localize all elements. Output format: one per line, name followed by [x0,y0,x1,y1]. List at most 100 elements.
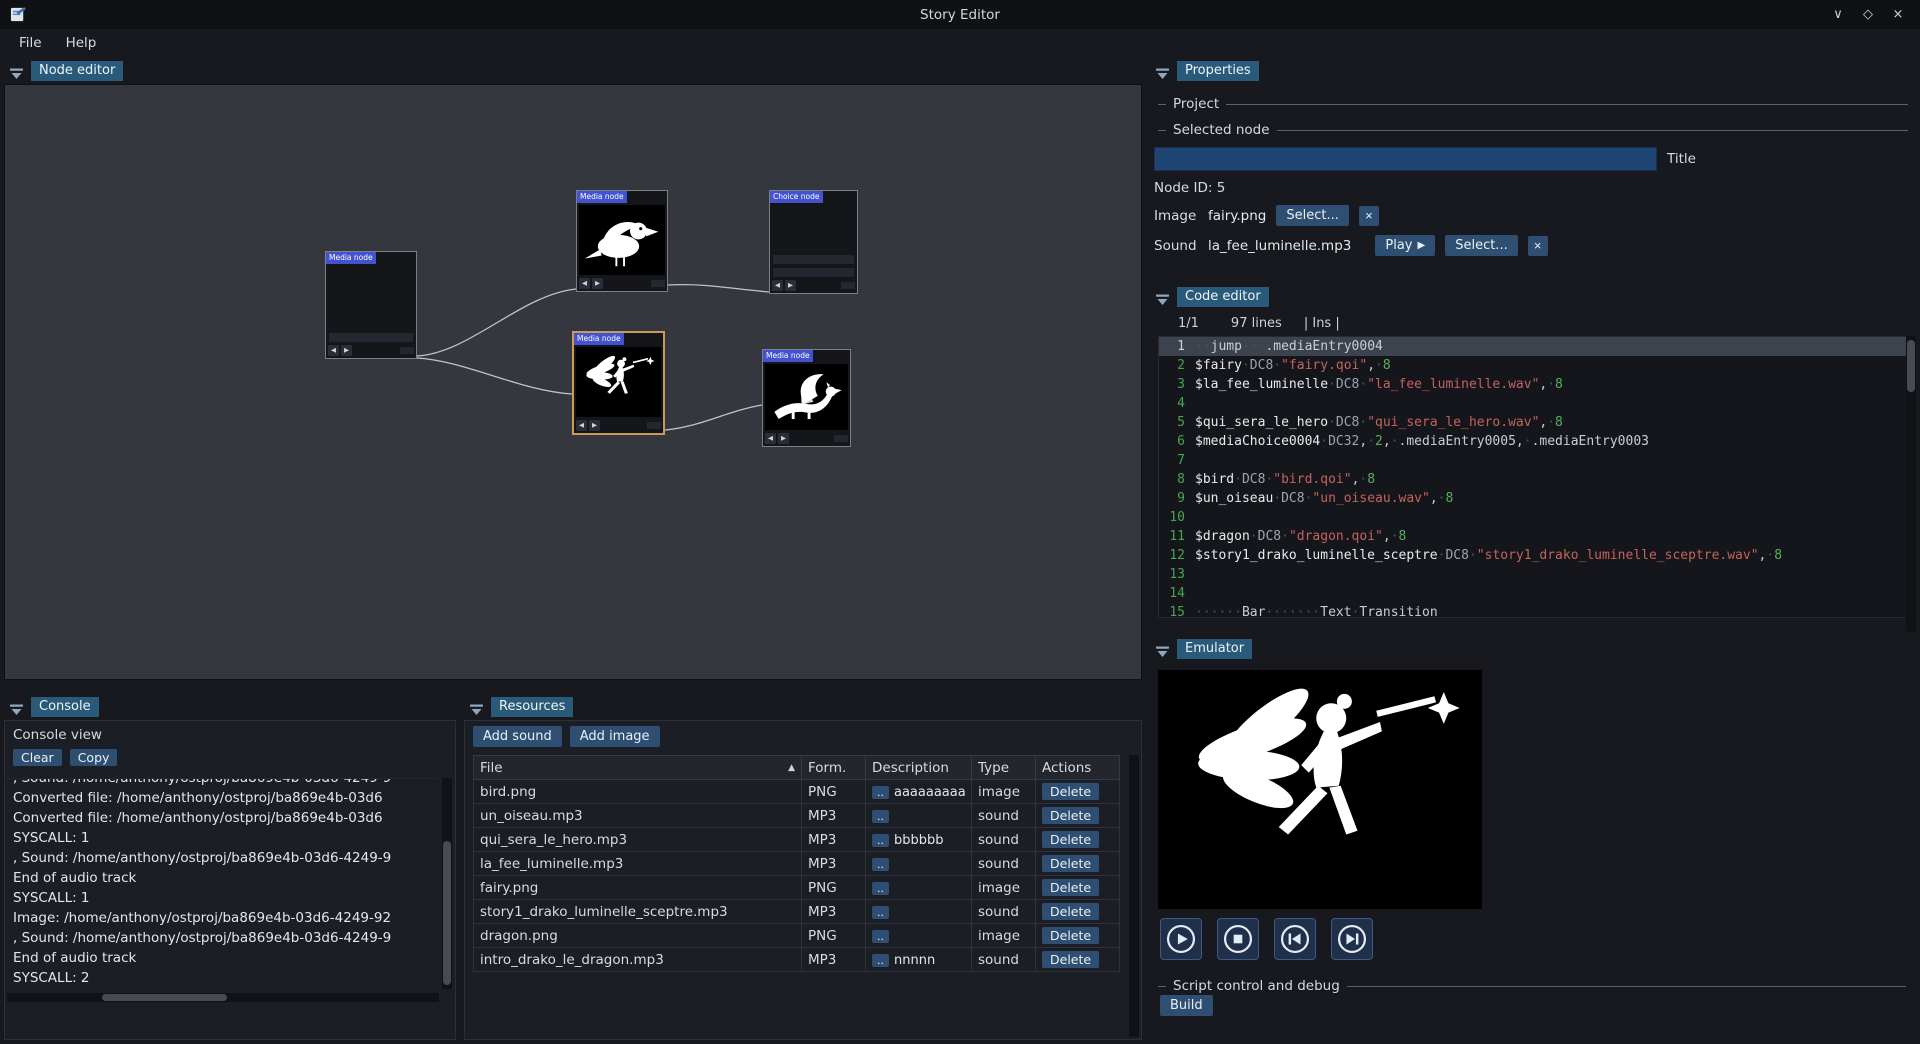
node-next-icon[interactable]: ▶ [778,433,789,444]
menu-help[interactable]: Help [55,32,108,54]
column-header-format[interactable]: Form. [802,756,866,780]
menu-file[interactable]: File [8,32,53,54]
node-bird[interactable]: Media node ◀ ▶ [576,190,668,292]
node-field[interactable] [329,333,413,342]
resource-row[interactable]: intro_drako_le_dragon.mp3MP3..nnnnnsound… [474,948,1120,972]
code-line[interactable]: 1··jump···.mediaEntry0004 [1159,337,1913,356]
edit-description-button[interactable]: .. [872,930,889,943]
resource-row[interactable]: un_oiseau.mp3MP3..soundDelete [474,804,1120,828]
title-input[interactable] [1154,147,1657,171]
code-line[interactable]: 5$qui_sera_le_hero·DC8·"qui_sera_le_hero… [1159,413,1913,432]
code-line[interactable]: 10 [1159,508,1913,527]
node-prev-icon[interactable]: ◀ [579,278,590,289]
sound-clear-icon[interactable]: × [1528,236,1548,256]
collapse-icon[interactable] [1155,65,1170,78]
edit-description-button[interactable]: .. [872,834,889,847]
skip-back-button[interactable] [1274,918,1316,960]
edit-description-button[interactable]: .. [872,954,889,967]
delete-button[interactable]: Delete [1042,903,1099,920]
collapse-icon[interactable] [9,701,24,714]
code-line[interactable]: 15······Bar·······Text·Transition [1159,603,1913,618]
image-clear-icon[interactable]: × [1359,206,1379,226]
node-prev-icon[interactable]: ◀ [328,345,339,356]
add-image-button[interactable]: Add image [570,726,660,747]
edit-description-button[interactable]: .. [872,858,889,871]
column-header-file[interactable]: File▲ [474,756,802,780]
delete-button[interactable]: Delete [1042,831,1099,848]
add-sound-button[interactable]: Add sound [473,726,562,747]
column-header-type[interactable]: Type [972,756,1036,780]
edit-description-button[interactable]: .. [872,906,889,919]
copy-button[interactable]: Copy [70,749,118,766]
close-icon[interactable]: × [1886,4,1910,26]
code-line[interactable]: 11$dragon·DC8·"dragon.qoi",·8 [1159,527,1913,546]
resource-row[interactable]: la_fee_luminelle.mp3MP3..soundDelete [474,852,1120,876]
collapse-icon[interactable] [469,701,484,714]
node-prev-icon[interactable]: ◀ [576,420,587,431]
resources-scrollbar[interactable] [1129,755,1139,1037]
node-prev-icon[interactable]: ◀ [765,433,776,444]
code-line[interactable]: 4 [1159,394,1913,413]
code-line[interactable]: 7 [1159,451,1913,470]
code-line[interactable]: 14 [1159,584,1913,603]
minimize-icon[interactable]: ∨ [1826,4,1850,26]
console-vscrollbar-thumb[interactable] [443,841,451,984]
node-canvas[interactable]: Media node ◀ ▶ Media node ◀ ▶ [4,84,1142,680]
stop-button[interactable] [1217,918,1259,960]
node-next-icon[interactable]: ▶ [592,278,603,289]
node-field[interactable] [773,268,854,277]
console-hscrollbar-thumb[interactable] [102,994,227,1001]
node-output-port[interactable] [651,280,665,287]
node-choice[interactable]: Choice node ◀ ▶ [769,190,858,294]
collapse-icon[interactable] [9,65,24,78]
column-header-actions[interactable]: Actions [1036,756,1120,780]
sound-select-button[interactable]: Select... [1445,235,1518,256]
console-log[interactable]: , Sound: /home/anthony/ostproj/ba869e4b-… [7,778,439,989]
node-next-icon[interactable]: ▶ [341,345,352,356]
code-line[interactable]: 9$un_oiseau·DC8·"un_oiseau.wav",·8 [1159,489,1913,508]
node-fairy-selected[interactable]: Media node ◀ ▶ [572,331,665,435]
code-line[interactable]: 12$story1_drako_luminelle_sceptre·DC8·"s… [1159,546,1913,565]
resource-row[interactable]: fairy.pngPNG..imageDelete [474,876,1120,900]
collapse-icon[interactable] [1155,291,1170,304]
maximize-icon[interactable]: ◇ [1856,4,1880,26]
build-button[interactable]: Build [1160,995,1213,1016]
edit-description-button[interactable]: .. [872,882,889,895]
resource-row[interactable]: dragon.pngPNG..imageDelete [474,924,1120,948]
play-button[interactable] [1160,918,1202,960]
code-scrollbar-thumb[interactable] [1907,340,1915,392]
code-scrollbar[interactable] [1906,336,1916,632]
node-output-port[interactable] [834,435,848,442]
resource-row[interactable]: qui_sera_le_hero.mp3MP3..bbbbbbsoundDele… [474,828,1120,852]
image-select-button[interactable]: Select... [1276,205,1349,226]
node-output-port[interactable] [841,282,855,289]
delete-button[interactable]: Delete [1042,951,1099,968]
console-vscrollbar[interactable] [442,778,452,989]
console-hscrollbar[interactable] [7,993,439,1002]
resource-row[interactable]: bird.pngPNG..aaaaaaaaaimageDelete [474,780,1120,804]
code-line[interactable]: 3$la_fee_luminelle·DC8·"la_fee_luminelle… [1159,375,1913,394]
edit-description-button[interactable]: .. [872,786,889,799]
delete-button[interactable]: Delete [1042,855,1099,872]
node-prev-icon[interactable]: ◀ [772,280,783,291]
node-output-port[interactable] [400,347,414,354]
sound-play-button[interactable]: Play▶ [1375,235,1435,256]
node-next-icon[interactable]: ▶ [785,280,796,291]
edit-description-button[interactable]: .. [872,810,889,823]
column-header-description[interactable]: Description [866,756,972,780]
code-line[interactable]: 8$bird·DC8·"bird.qoi",·8 [1159,470,1913,489]
node-start[interactable]: Media node ◀ ▶ [325,251,417,359]
node-field[interactable] [773,255,854,264]
code-line[interactable]: 6$mediaChoice0004·DC32,·2,·.mediaEntry00… [1159,432,1913,451]
clear-button[interactable]: Clear [13,749,62,766]
delete-button[interactable]: Delete [1042,927,1099,944]
node-output-port[interactable] [647,422,661,429]
node-dragon[interactable]: Media node ◀ ▶ [762,349,851,447]
delete-button[interactable]: Delete [1042,879,1099,896]
delete-button[interactable]: Delete [1042,807,1099,824]
collapse-icon[interactable] [1155,643,1170,656]
code-line[interactable]: 2$fairy·DC8·"fairy.qoi",·8 [1159,356,1913,375]
resource-row[interactable]: story1_drako_luminelle_sceptre.mp3MP3..s… [474,900,1120,924]
code-line[interactable]: 13 [1159,565,1913,584]
skip-forward-button[interactable] [1331,918,1373,960]
